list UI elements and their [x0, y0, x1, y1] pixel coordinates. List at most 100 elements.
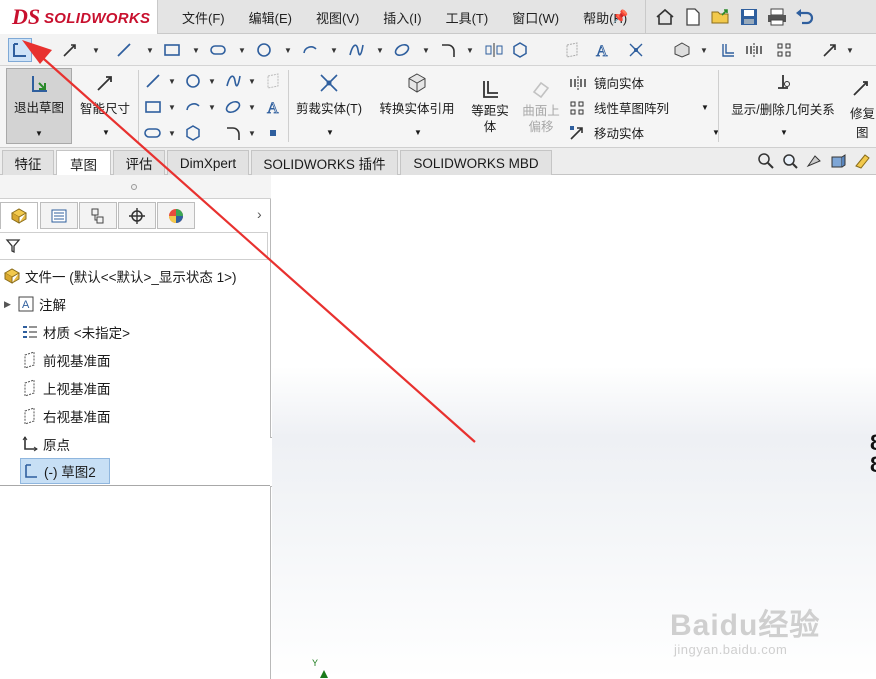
chevron-down-icon[interactable]: ▼ [168, 103, 176, 112]
plane-icon[interactable] [262, 70, 284, 92]
chevron-down-icon[interactable]: ▼ [208, 77, 216, 86]
surface-offset-button[interactable]: 曲面上 偏移 [516, 68, 566, 144]
rectangle-icon[interactable] [142, 96, 164, 118]
expand-arrow-icon[interactable]: ▶ [4, 299, 16, 310]
chevron-down-icon[interactable]: ▼ [248, 77, 256, 86]
chevron-down-icon[interactable]: ▼ [192, 46, 200, 55]
chevron-down-icon[interactable]: ▼ [422, 46, 430, 55]
fillet-icon[interactable] [436, 38, 460, 62]
chevron-down-icon[interactable]: ▼ [846, 46, 854, 55]
repair-sketch-button[interactable]: 修复 图 [850, 68, 876, 144]
tree-item-material[interactable]: 材质 <未指定> [20, 319, 130, 345]
mirror-icon[interactable] [482, 38, 506, 62]
tab-features[interactable]: 特征 [2, 150, 54, 175]
chevron-down-icon[interactable]: ▼ [146, 46, 154, 55]
tree-item-sketch2[interactable]: (-) 草图2 [20, 458, 110, 484]
tree-item-top-plane[interactable]: 上视基准面 [20, 375, 111, 401]
ellipse-icon[interactable] [390, 38, 414, 62]
mirror-entities-button[interactable]: 镜向实体 [568, 70, 720, 95]
menu-window[interactable]: 窗口(W) [500, 8, 571, 27]
tab-solidworks-addins[interactable]: SOLIDWORKS 插件 [251, 150, 398, 175]
previous-view-icon[interactable] [804, 151, 824, 171]
sketch-icon[interactable] [8, 38, 32, 62]
feature-manager-tab[interactable] [0, 202, 38, 229]
zoom-to-fit-icon[interactable] [756, 151, 776, 171]
undo-icon[interactable] [792, 4, 818, 30]
line-icon[interactable] [112, 38, 136, 62]
spline-icon[interactable] [344, 38, 368, 62]
section-view-icon[interactable] [828, 151, 848, 171]
zoom-to-area-icon[interactable] [780, 151, 800, 171]
home-icon[interactable] [652, 4, 678, 30]
chevron-down-icon[interactable]: ▼ [330, 46, 338, 55]
filter-icon[interactable] [5, 238, 21, 254]
chevron-down-icon[interactable]: ▼ [238, 46, 246, 55]
move-entities-icon[interactable] [818, 38, 842, 62]
spline-icon[interactable] [222, 70, 244, 92]
tab-sketch[interactable]: 草图 [56, 150, 111, 176]
chevron-down-icon[interactable]: ▼ [466, 46, 474, 55]
chevron-down-icon[interactable]: ▼ [376, 46, 384, 55]
point-icon[interactable] [262, 122, 284, 144]
polygon-icon[interactable] [182, 122, 204, 144]
tab-solidworks-mbd[interactable]: SOLIDWORKS MBD [400, 150, 552, 175]
arc-icon[interactable] [182, 96, 204, 118]
convert-entities-icon[interactable] [670, 38, 694, 62]
new-document-icon[interactable] [680, 4, 706, 30]
trim-entities-button[interactable]: 剪裁实体(T) ▼ [290, 68, 368, 144]
polygon-icon[interactable] [508, 38, 532, 62]
offset-icon[interactable] [716, 38, 740, 62]
chevron-down-icon[interactable]: ▼ [168, 77, 176, 86]
tree-item-origin[interactable]: 原点 [20, 431, 70, 457]
ellipse-icon[interactable] [222, 96, 244, 118]
move-entities-button[interactable]: 移动实体 ▼ [568, 120, 720, 145]
tree-item-annotations[interactable]: ▶ A 注解 [4, 291, 66, 317]
slot-icon[interactable] [142, 122, 164, 144]
chevron-down-icon[interactable]: ▼ [701, 103, 709, 112]
fillet-icon[interactable] [222, 122, 244, 144]
pin-icon[interactable]: 📌 [612, 9, 628, 25]
tree-filter-bar[interactable] [0, 232, 268, 260]
arc-icon[interactable] [298, 38, 322, 62]
chevron-down-icon[interactable]: ▼ [92, 46, 100, 55]
chevron-down-icon[interactable]: ▼ [168, 129, 176, 138]
chevron-down-icon[interactable]: ▼ [700, 46, 708, 55]
menu-view[interactable]: 视图(V) [304, 8, 371, 27]
chevron-down-icon[interactable]: ▼ [35, 129, 43, 138]
chevron-down-icon[interactable]: ▼ [780, 128, 788, 137]
offset-entities-button[interactable]: 等距实 体 [466, 68, 514, 144]
text-icon[interactable]: A [262, 96, 284, 118]
solidworks-logo[interactable]: DS SOLIDWORKS [0, 0, 158, 34]
chevron-down-icon[interactable]: ▼ [248, 129, 256, 138]
linear-pattern-icon[interactable] [772, 38, 796, 62]
dimxpert-manager-tab[interactable] [118, 202, 156, 229]
mirror-entities-icon[interactable] [742, 38, 766, 62]
menu-help[interactable]: 帮助(H) [571, 8, 639, 27]
panel-collapse-handle[interactable] [131, 184, 137, 190]
configuration-manager-tab[interactable] [79, 202, 117, 229]
tree-item-right-plane[interactable]: 右视基准面 [20, 403, 111, 429]
linear-pattern-button[interactable]: 线性草图阵列 ▼ [568, 95, 720, 120]
chevron-down-icon[interactable]: ▼ [414, 128, 422, 137]
tab-dimxpert[interactable]: DimXpert [167, 150, 249, 175]
tree-item-front-plane[interactable]: 前视基准面 [20, 347, 111, 373]
chevron-down-icon[interactable]: ▼ [248, 103, 256, 112]
convert-entities-button[interactable]: 转换实体引用 ▼ [370, 68, 464, 144]
menu-tools[interactable]: 工具(T) [434, 8, 501, 27]
open-icon[interactable] [708, 4, 734, 30]
trim-icon[interactable] [624, 38, 648, 62]
chevron-down-icon[interactable]: ▼ [326, 128, 334, 137]
view-orientation-icon[interactable] [852, 151, 872, 171]
chevron-down-icon[interactable]: ▼ [102, 128, 110, 137]
tab-evaluate[interactable]: 评估 [113, 150, 165, 175]
text-icon[interactable]: A [590, 38, 614, 62]
smart-dimension-button[interactable]: 智能尺寸 ▼ [74, 68, 136, 144]
smart-dimension-icon[interactable] [58, 38, 82, 62]
line-icon[interactable] [142, 70, 164, 92]
tree-root-part[interactable]: 文件一 (默认<<默认>_显示状态 1>) [2, 263, 237, 289]
chevron-right-icon[interactable]: › [257, 206, 262, 222]
property-manager-tab[interactable] [40, 202, 78, 229]
menu-file[interactable]: 文件(F) [170, 8, 237, 27]
exit-sketch-button[interactable]: 退出草图 ▼ [6, 68, 72, 144]
slot-icon[interactable] [206, 38, 230, 62]
